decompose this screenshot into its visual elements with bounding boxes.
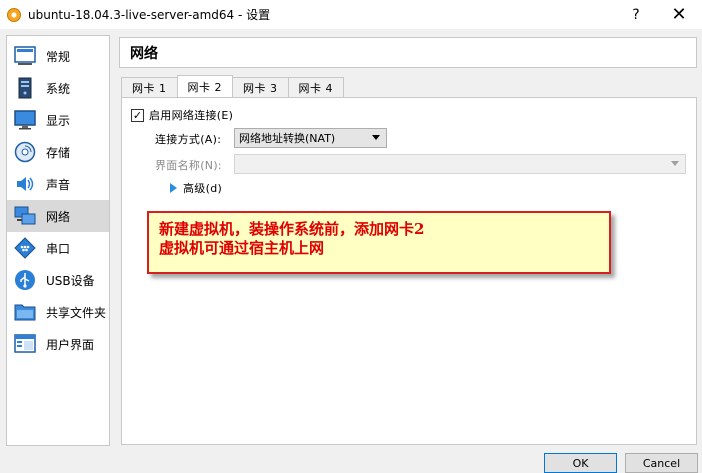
tab-adapter-4[interactable]: 网卡 4 — [287, 77, 344, 97]
attach-mode-value: 网络地址转换(NAT) — [239, 132, 336, 145]
sidebar-item-system[interactable]: 系统 — [7, 72, 109, 104]
enable-network-checkbox[interactable]: ✓ — [131, 108, 144, 122]
enable-network-label: 启用网络连接(E) — [149, 109, 234, 122]
network-icon — [13, 204, 37, 228]
sidebar-item-label: USB设备 — [46, 273, 95, 288]
title-bar: ubuntu-18.04.3-live-server-amd64 - 设置 ? … — [0, 0, 702, 29]
sidebar-item-label: 网络 — [46, 209, 71, 224]
interface-name-label: 界面名称(N): — [155, 159, 222, 172]
attach-label: 连接方式(A): — [155, 133, 222, 146]
sidebar-item-display[interactable]: 显示 — [7, 104, 109, 136]
settings-sidebar: 常规 系统 显示 存储 声音 网络 串口 USB设备 共享文件夹 用户界面 — [6, 35, 110, 446]
sidebar-item-label: 声音 — [46, 177, 71, 192]
storage-icon — [13, 140, 37, 164]
general-icon — [13, 44, 37, 68]
ok-button[interactable]: OK — [544, 453, 617, 473]
sidebar-item-user-interface[interactable]: 用户界面 — [7, 328, 109, 360]
interface-name-select[interactable] — [234, 154, 686, 174]
sidebar-item-storage[interactable]: 存储 — [7, 136, 109, 168]
attach-mode-select[interactable]: 网络地址转换(NAT) — [234, 128, 387, 148]
tab-adapter-3[interactable]: 网卡 3 — [232, 77, 289, 97]
audio-icon — [13, 172, 37, 196]
usb-icon — [13, 268, 37, 292]
user-interface-icon — [13, 332, 37, 356]
expand-arrow-icon — [170, 183, 177, 193]
sidebar-item-serial-port[interactable]: 串口 — [7, 232, 109, 264]
advanced-label: 高级(d) — [183, 182, 223, 195]
shared-folder-icon — [13, 300, 37, 324]
annotation-line-1: 新建虚拟机，装操作系统前，添加网卡2 — [159, 220, 425, 238]
annotation-callout: 新建虚拟机，装操作系统前，添加网卡2 虚拟机可通过宿主机上网 — [147, 211, 611, 274]
sidebar-item-audio[interactable]: 声音 — [7, 168, 109, 200]
sidebar-item-general[interactable]: 常规 — [7, 40, 109, 72]
sidebar-item-label: 用户界面 — [46, 337, 95, 352]
virtualbox-app-icon — [7, 7, 21, 22]
serial-port-icon — [13, 236, 37, 260]
tab-adapter-2[interactable]: 网卡 2 — [176, 75, 233, 97]
advanced-toggle[interactable]: 高级(d) — [170, 180, 222, 196]
display-icon — [13, 108, 37, 132]
adapter-tabs: 网卡 1 网卡 2 网卡 3 网卡 4 — [121, 75, 344, 97]
tab-adapter-1[interactable]: 网卡 1 — [121, 77, 178, 97]
sidebar-item-label: 存储 — [46, 145, 71, 160]
window-title: ubuntu-18.04.3-live-server-amd64 - 设置 — [28, 8, 271, 22]
sidebar-item-usb[interactable]: USB设备 — [7, 264, 109, 296]
sidebar-item-label: 显示 — [46, 113, 71, 128]
help-button[interactable]: ? — [616, 0, 656, 29]
sidebar-item-label: 共享文件夹 — [46, 305, 107, 320]
sidebar-item-label: 常规 — [46, 49, 71, 64]
sidebar-item-label: 串口 — [46, 241, 71, 256]
sidebar-item-shared-folders[interactable]: 共享文件夹 — [7, 296, 109, 328]
sidebar-item-label: 系统 — [46, 81, 71, 96]
close-button[interactable]: ✕ — [656, 0, 702, 29]
chevron-down-icon — [372, 135, 380, 140]
cancel-button[interactable]: Cancel — [625, 453, 698, 473]
enable-network-row[interactable]: ✓ 启用网络连接(E) — [131, 107, 233, 123]
annotation-line-2: 虚拟机可通过宿主机上网 — [159, 239, 325, 257]
chevron-down-icon — [671, 161, 679, 166]
system-icon — [13, 76, 37, 100]
sidebar-item-network[interactable]: 网络 — [7, 200, 109, 232]
page-title: 网络 — [119, 37, 697, 68]
